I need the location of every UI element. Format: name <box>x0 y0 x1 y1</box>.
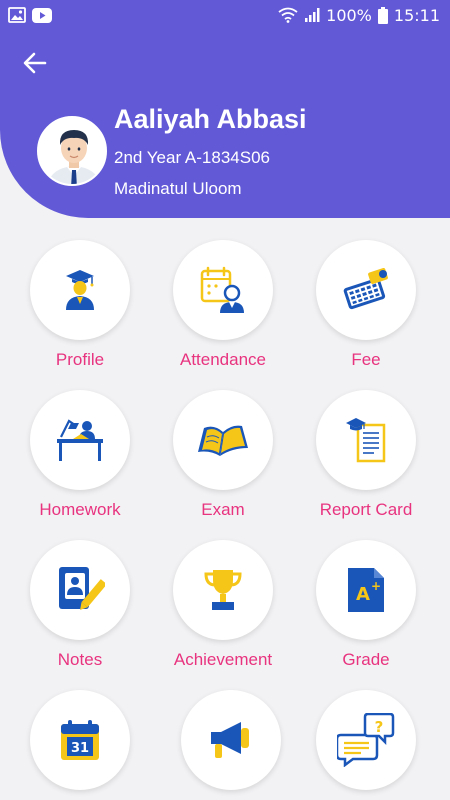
svg-text:A: A <box>356 584 370 605</box>
menu-item-circle <box>30 540 130 640</box>
menu-item-report-card[interactable]: Report Card <box>296 390 436 530</box>
attendance-calendar-icon <box>200 266 244 313</box>
menu-item-homework[interactable]: Homework <box>10 390 150 530</box>
menu-item-announcements[interactable] <box>161 690 301 800</box>
student-name: Aaliyah Abbasi <box>114 104 307 134</box>
menu-item-label: Homework <box>39 500 121 519</box>
menu-item-queries[interactable]: ? <box>296 690 436 800</box>
menu-item-calendar[interactable]: 31 <box>10 690 150 800</box>
menu-item-circle <box>181 690 281 790</box>
calculator-icon <box>343 268 388 310</box>
menu-item-label: Notes <box>57 650 103 669</box>
menu-item-grade[interactable]: A + Grade <box>296 540 436 680</box>
menu-item-circle <box>316 390 416 490</box>
calendar-day: 31 <box>71 741 89 756</box>
svg-text:+: + <box>371 579 381 593</box>
menu-item-circle <box>30 240 130 340</box>
calendar-31-icon: 31 <box>61 720 99 760</box>
student-avatar-icon <box>39 118 105 184</box>
menu-item-circle <box>173 540 273 640</box>
menu-item-circle <box>316 240 416 340</box>
avatar[interactable] <box>37 116 107 186</box>
signal-icon <box>304 7 320 23</box>
menu-item-circle: ? <box>316 690 416 790</box>
menu-item-circle <box>173 390 273 490</box>
menu-item-circle <box>173 240 273 340</box>
menu-item-label: Grade <box>342 650 390 669</box>
clock: 15:11 <box>393 5 440 25</box>
school-name: Madinatul Uloom <box>114 179 242 198</box>
menu-item-circle: 31 <box>30 690 130 790</box>
wifi-icon <box>278 7 298 23</box>
student-class: 2nd Year A-1834S06 <box>114 148 270 167</box>
menu-item-achievement[interactable]: Achievement <box>153 540 293 680</box>
menu-item-circle <box>30 390 130 490</box>
megaphone-icon <box>211 722 249 758</box>
menu-item-label: Fee <box>351 350 381 369</box>
menu-item-label: Exam <box>201 500 245 519</box>
menu-item-label: Achievement <box>173 650 273 669</box>
status-bar: 100% 15:11 <box>0 0 450 30</box>
back-button[interactable] <box>20 50 50 80</box>
menu-item-notes[interactable]: Notes <box>10 540 150 680</box>
menu-item-exam[interactable]: Exam <box>153 390 293 530</box>
menu-item-attendance[interactable]: Attendance <box>153 240 293 380</box>
menu-item-label: Profile <box>55 350 105 369</box>
menu-item-fee[interactable]: Fee <box>296 240 436 380</box>
image-icon <box>8 7 26 23</box>
menu-item-profile[interactable]: Profile <box>10 240 150 380</box>
youtube-icon <box>32 7 52 23</box>
status-right: 100% 15:11 <box>278 6 440 25</box>
grade-a-plus-icon: A + <box>348 568 384 612</box>
question-mark: ? <box>375 718 384 736</box>
menu-item-label: Report Card <box>319 500 413 519</box>
trophy-icon <box>204 570 242 610</box>
battery-percent: 100% <box>326 5 372 25</box>
battery-icon <box>377 6 388 24</box>
chat-question-icon: ? <box>337 713 395 767</box>
study-desk-icon <box>57 419 103 461</box>
graduate-icon <box>66 270 94 310</box>
open-book-icon <box>198 425 248 456</box>
menu-item-label: Attendance <box>179 350 266 369</box>
report-card-icon <box>346 418 386 463</box>
menu-item-circle: A + <box>316 540 416 640</box>
arrow-left-icon <box>23 52 47 79</box>
notes-icon <box>59 567 105 611</box>
status-left <box>8 7 52 23</box>
profile-header: Aaliyah Abbasi 2nd Year A-1834S06 Madina… <box>0 30 450 218</box>
